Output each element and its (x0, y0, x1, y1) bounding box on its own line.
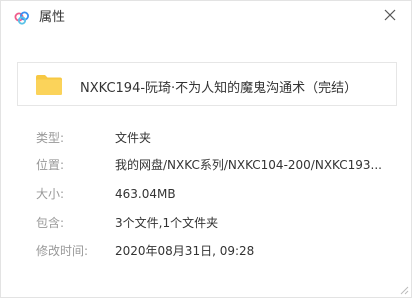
file-name: NXKC194-阮琦·不为人知的魔鬼沟通术（完结） (80, 81, 358, 96)
property-row-modified: 修改时间: 2020年08月31日, 09:28 (36, 244, 386, 258)
file-header: NXKC194-阮琦·不为人知的魔鬼沟通术（完结） (17, 62, 397, 106)
resize-grip-icon[interactable] (397, 283, 409, 295)
window-title: 属性 (39, 10, 66, 25)
property-row-contains: 包含: 3个文件,1个文件夹 (36, 216, 386, 230)
property-label: 修改时间: (36, 244, 89, 258)
property-value: 463.04MB (115, 187, 176, 201)
folder-icon (36, 75, 62, 95)
property-row-size: 大小: 463.04MB (36, 187, 386, 201)
property-value: 2020年08月31日, 09:28 (115, 244, 255, 258)
property-value[interactable]: 我的网盘/NXKC系列/NXKC104-200/NXKC193... (115, 158, 382, 172)
close-icon[interactable] (381, 6, 399, 24)
property-value: 文件夹 (115, 131, 152, 145)
property-row-type: 类型: 文件夹 (36, 131, 386, 145)
property-label: 类型: (36, 131, 65, 145)
property-label: 位置: (36, 158, 65, 172)
properties-window: 属性 NXKC194-阮琦·不为人知的魔鬼沟通术（完结） 类型: 文件夹 位置:… (0, 0, 412, 298)
property-row-location: 位置: 我的网盘/NXKC系列/NXKC104-200/NXKC193... (36, 158, 386, 172)
cloud-icon (14, 11, 29, 25)
property-label: 包含: (36, 216, 65, 230)
property-value: 3个文件,1个文件夹 (115, 216, 219, 230)
title-bar[interactable]: 属性 (1, 1, 411, 35)
property-label: 大小: (36, 187, 65, 201)
